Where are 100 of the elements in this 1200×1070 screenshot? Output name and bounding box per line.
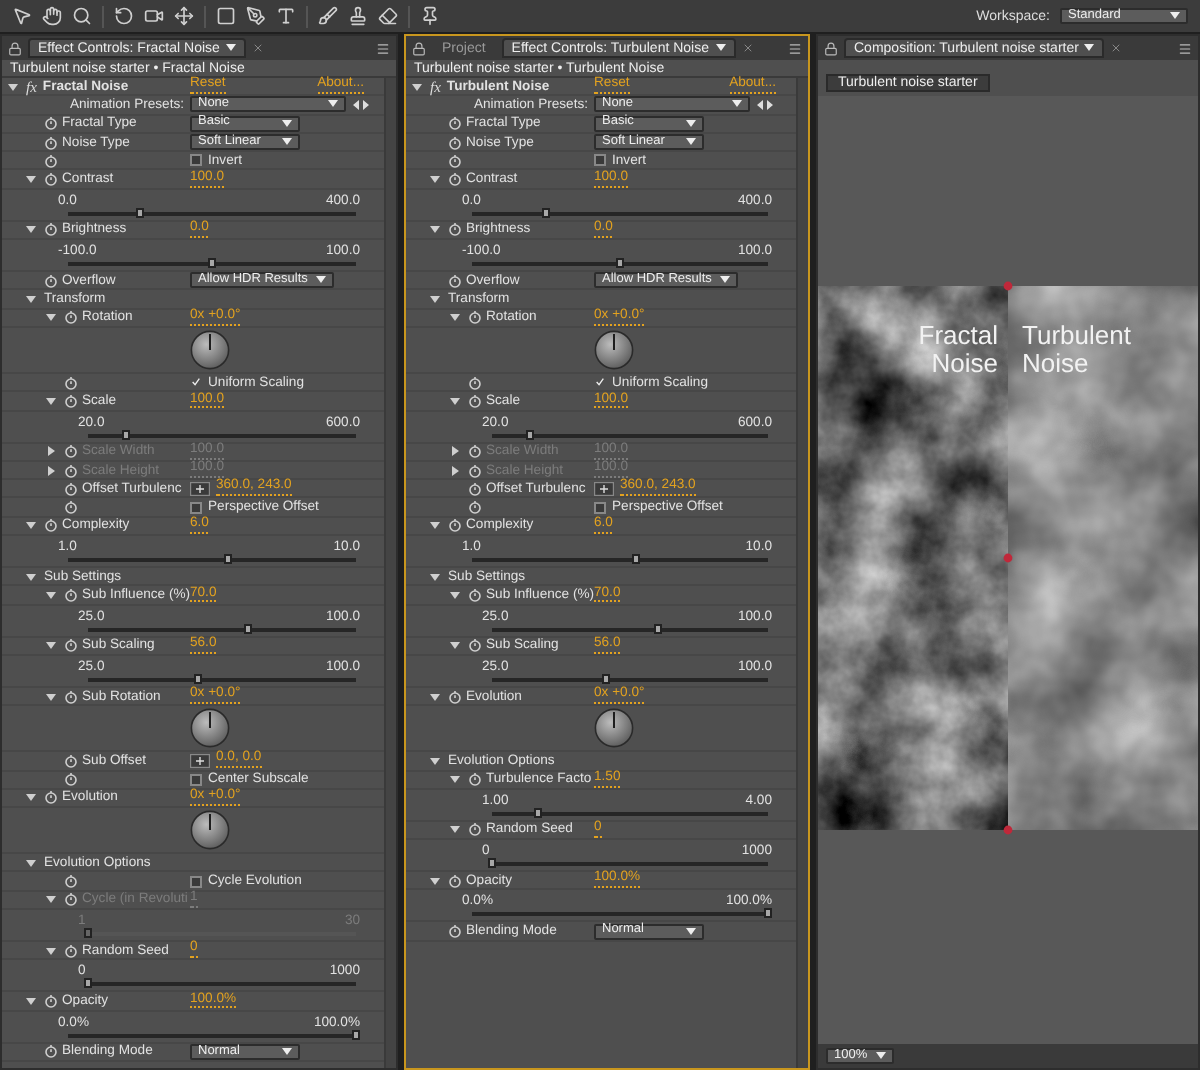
stopwatch-icon[interactable] [44, 172, 58, 187]
twirl-icon[interactable] [46, 691, 56, 702]
stopwatch-icon[interactable] [448, 873, 462, 888]
twirl-icon[interactable] [450, 395, 460, 406]
twirl-icon[interactable] [450, 774, 460, 785]
slider-track[interactable] [88, 982, 356, 987]
pan-tool-icon[interactable] [174, 6, 194, 26]
angle-dial-icon[interactable] [190, 329, 230, 370]
stopwatch-icon[interactable] [44, 1044, 58, 1059]
camera-tool-icon[interactable] [144, 6, 164, 26]
lock-icon[interactable] [412, 41, 426, 55]
brush-tool-icon[interactable] [318, 6, 338, 26]
angle-dial-icon[interactable] [594, 329, 634, 370]
stamp-tool-icon[interactable] [348, 6, 368, 26]
slider-thumb[interactable] [352, 1029, 360, 1040]
stopwatch-icon[interactable] [64, 500, 78, 515]
crosshair-button-icon[interactable] [190, 753, 210, 768]
stopwatch-icon[interactable] [64, 753, 78, 768]
slider-thumb[interactable] [136, 207, 144, 218]
twirl-icon[interactable] [430, 520, 440, 531]
stopwatch-icon[interactable] [64, 689, 78, 704]
stopwatch-icon[interactable] [468, 463, 482, 477]
slider-track[interactable] [88, 627, 356, 632]
slider-thumb[interactable] [616, 258, 624, 269]
stopwatch-icon[interactable] [448, 518, 462, 533]
stopwatch-icon[interactable] [468, 638, 482, 653]
slider-thumb[interactable] [193, 673, 202, 684]
close-icon[interactable] [1110, 42, 1123, 54]
twirl-icon[interactable] [46, 945, 56, 956]
stopwatch-icon[interactable] [468, 822, 482, 837]
stopwatch-icon[interactable] [468, 444, 482, 459]
selection-tool-icon[interactable] [12, 6, 32, 26]
close-icon[interactable] [741, 42, 753, 54]
preset-arrows-icon[interactable] [756, 99, 774, 110]
angle-dial-icon[interactable] [190, 810, 230, 851]
stopwatch-icon[interactable] [448, 222, 462, 237]
rotate-tool-icon[interactable] [114, 6, 134, 26]
slider-track[interactable] [68, 1033, 356, 1038]
stopwatch-icon[interactable] [64, 393, 78, 408]
close-icon[interactable] [251, 42, 264, 54]
stopwatch-icon[interactable] [64, 310, 78, 325]
stopwatch-icon[interactable] [64, 943, 78, 958]
twirl-icon[interactable] [26, 857, 36, 868]
lock-icon[interactable] [824, 41, 838, 55]
stopwatch-icon[interactable] [468, 500, 482, 515]
slider-track[interactable] [492, 627, 768, 632]
slider-thumb[interactable] [653, 623, 662, 634]
stopwatch-icon[interactable] [64, 444, 78, 459]
slider-track[interactable] [492, 811, 768, 816]
anchor-point-icon[interactable] [1002, 280, 1014, 292]
panel-menu-icon[interactable] [788, 41, 802, 55]
twirl-icon[interactable] [430, 224, 440, 235]
twirl-icon[interactable] [46, 640, 56, 651]
twirl-icon[interactable] [26, 792, 36, 803]
slider-thumb[interactable] [224, 554, 233, 565]
slider-thumb[interactable] [632, 554, 641, 565]
caret-icon[interactable] [715, 44, 725, 52]
twirl-icon[interactable] [450, 589, 460, 600]
slider-thumb[interactable] [84, 978, 92, 989]
stopwatch-icon[interactable] [44, 790, 58, 805]
twirl-icon[interactable] [412, 81, 422, 92]
angle-dial-icon[interactable] [594, 708, 634, 749]
crosshair-button-icon[interactable] [190, 481, 210, 496]
stopwatch-icon[interactable] [64, 892, 78, 907]
scroll-bar[interactable] [384, 78, 396, 1068]
slider-thumb[interactable] [244, 623, 253, 634]
stopwatch-icon[interactable] [468, 587, 482, 602]
lock-icon[interactable] [8, 41, 22, 55]
slider-track[interactable] [68, 558, 356, 563]
twirl-icon[interactable] [430, 174, 440, 185]
stopwatch-icon[interactable] [448, 273, 462, 288]
twirl-icon[interactable] [46, 312, 56, 323]
scroll-bar[interactable] [796, 78, 808, 1068]
stopwatch-icon[interactable] [64, 375, 78, 390]
slider-track[interactable] [88, 433, 356, 438]
stopwatch-icon[interactable] [64, 772, 78, 787]
slider-track[interactable] [472, 211, 768, 216]
twirl-icon[interactable] [430, 755, 440, 766]
stopwatch-icon[interactable] [64, 638, 78, 653]
zoom-tool-icon[interactable] [72, 6, 92, 26]
stopwatch-icon[interactable] [44, 993, 58, 1008]
stopwatch-icon[interactable] [468, 375, 482, 390]
slider-track[interactable] [88, 677, 356, 682]
stopwatch-icon[interactable] [448, 924, 462, 939]
stopwatch-icon[interactable] [468, 310, 482, 325]
crosshair-button-icon[interactable] [594, 481, 614, 496]
twirl-icon[interactable] [430, 571, 440, 582]
slider-thumb[interactable] [488, 858, 496, 869]
slider-track[interactable] [492, 433, 768, 438]
stopwatch-icon[interactable] [448, 135, 462, 150]
checkbox[interactable] [190, 154, 202, 167]
pen-tool-icon[interactable] [246, 6, 266, 26]
caret-icon[interactable] [225, 44, 236, 52]
stopwatch-icon[interactable] [468, 393, 482, 408]
stopwatch-icon[interactable] [448, 689, 462, 704]
checkbox[interactable] [594, 501, 606, 514]
slider-track[interactable] [472, 262, 768, 267]
slider-thumb[interactable] [526, 429, 535, 440]
stopwatch-icon[interactable] [64, 481, 78, 496]
text-tool-icon[interactable] [276, 6, 296, 26]
